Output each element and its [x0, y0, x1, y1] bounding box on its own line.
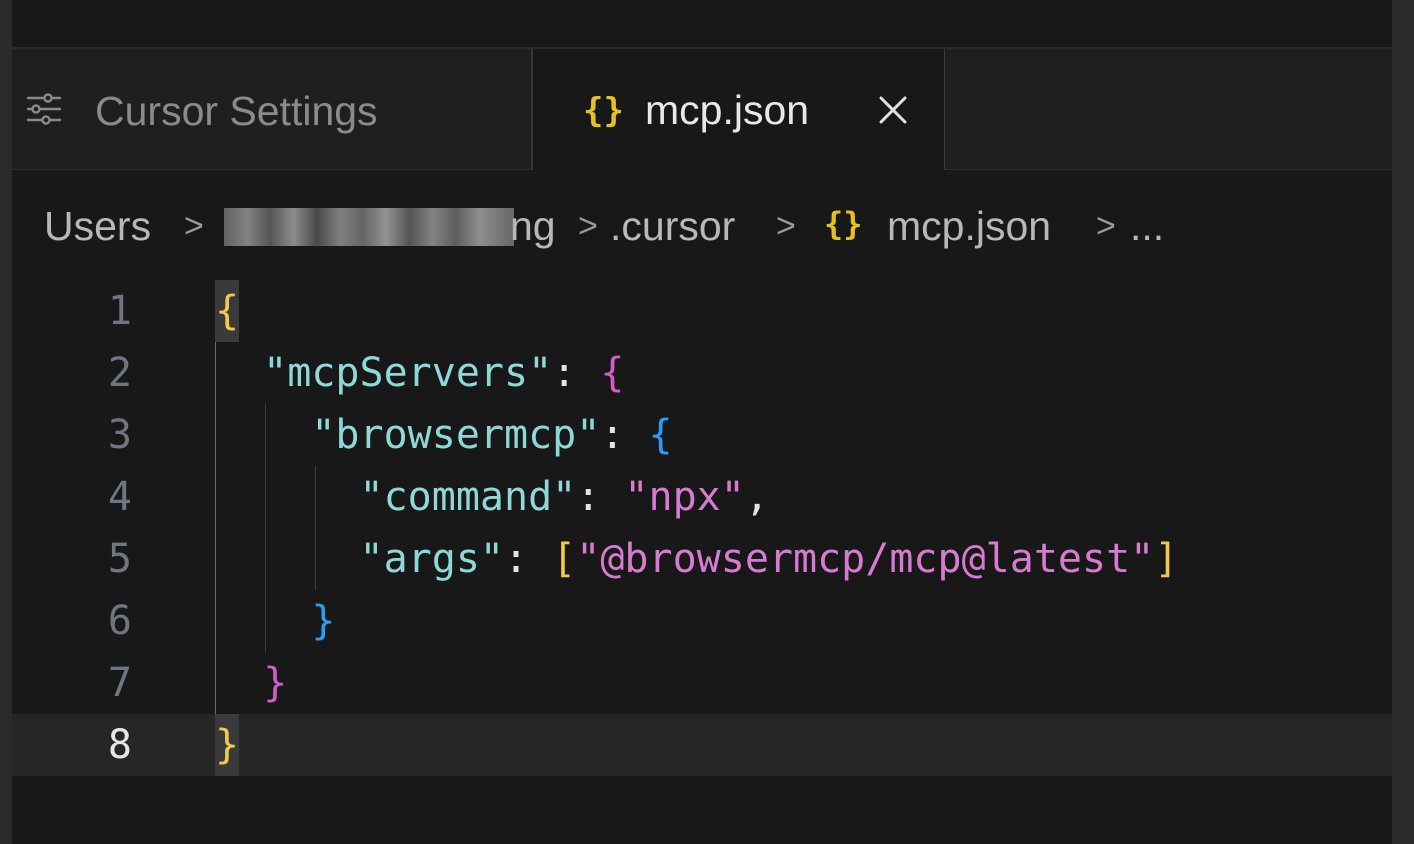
code-text: }	[215, 652, 287, 714]
screenshot-frame: Cursor Settings {} mcp.json Users > ng >…	[0, 0, 1414, 844]
line-number: 1	[107, 288, 132, 334]
code-line[interactable]: 7 }	[12, 652, 1392, 714]
line-number: 4	[107, 474, 132, 520]
code-line[interactable]: 4 "command": "npx",	[12, 466, 1392, 528]
redacted-username	[224, 208, 514, 246]
code-token: }	[311, 598, 336, 644]
tab-mcp-json[interactable]: {} mcp.json	[532, 49, 945, 170]
code-token: {	[648, 412, 673, 458]
code-token: ]	[1154, 536, 1179, 582]
code-token: :	[600, 412, 649, 458]
tab-label: mcp.json	[645, 87, 810, 133]
code-text: "browsermcp": {	[215, 404, 673, 466]
json-braces-icon: {}	[583, 91, 624, 131]
tab-bar: Cursor Settings {} mcp.json	[12, 49, 1392, 170]
breadcrumb-item-users[interactable]: Users	[44, 202, 151, 250]
editor-window: Cursor Settings {} mcp.json Users > ng >…	[12, 0, 1392, 844]
code-token: ,	[744, 474, 769, 520]
chevron-right-icon: >	[578, 207, 598, 245]
code-line[interactable]: 2 "mcpServers": {	[12, 342, 1392, 404]
line-number: 3	[107, 412, 132, 458]
code-token: :	[504, 536, 553, 582]
code-text: "args": ["@browsermcp/mcp@latest"]	[215, 528, 1179, 590]
line-number: 5	[107, 536, 132, 582]
code-token: }	[215, 722, 240, 768]
breadcrumb-item-user-folder[interactable]: ng	[510, 202, 556, 250]
code-text: "mcpServers": {	[215, 342, 624, 404]
tab-label: Cursor Settings	[95, 88, 378, 134]
chevron-right-icon: >	[184, 207, 204, 245]
code-token: "args"	[359, 536, 505, 582]
breadcrumb-item-file[interactable]: mcp.json	[887, 202, 1051, 250]
close-icon[interactable]	[878, 95, 908, 125]
code-editor[interactable]: 1{2 "mcpServers": {3 "browsermcp": {4 "c…	[12, 280, 1392, 844]
code-token: :	[552, 350, 601, 396]
code-token: [	[552, 536, 577, 582]
code-line[interactable]: 5 "args": ["@browsermcp/mcp@latest"]	[12, 528, 1392, 590]
code-line[interactable]: 3 "browsermcp": {	[12, 404, 1392, 466]
breadcrumb: Users > ng > .cursor > {} mcp.json > ...	[12, 170, 1392, 280]
code-token: }	[263, 660, 288, 706]
code-token: "command"	[359, 474, 577, 520]
code-line[interactable]: 6 }	[12, 590, 1392, 652]
code-token: "mcpServers"	[263, 350, 553, 396]
tab-cursor-settings[interactable]: Cursor Settings	[12, 49, 532, 169]
breadcrumb-item-cursor[interactable]: .cursor	[610, 202, 735, 250]
chevron-right-icon: >	[1096, 207, 1116, 245]
code-text: }	[215, 590, 335, 652]
code-token: :	[576, 474, 625, 520]
breadcrumb-item-symbols[interactable]: ...	[1130, 202, 1164, 250]
code-line[interactable]: 1{	[12, 280, 1392, 342]
title-bar	[12, 0, 1392, 49]
line-number: 8	[107, 722, 132, 768]
code-text: {	[215, 280, 239, 342]
settings-sliders-icon	[26, 93, 62, 125]
code-token: "@browsermcp/mcp@latest"	[576, 536, 1155, 582]
chevron-right-icon: >	[776, 207, 796, 245]
json-braces-icon: {}	[824, 205, 863, 243]
code-token: "npx"	[624, 474, 745, 520]
line-number: 6	[107, 598, 132, 644]
code-line[interactable]: 8}	[12, 714, 1392, 776]
code-token: "browsermcp"	[311, 412, 601, 458]
line-number: 7	[107, 660, 132, 706]
code-token: {	[215, 288, 240, 334]
code-text: }	[215, 714, 239, 776]
code-text: "command": "npx",	[215, 466, 769, 528]
line-number: 2	[107, 350, 132, 396]
code-token: {	[600, 350, 625, 396]
